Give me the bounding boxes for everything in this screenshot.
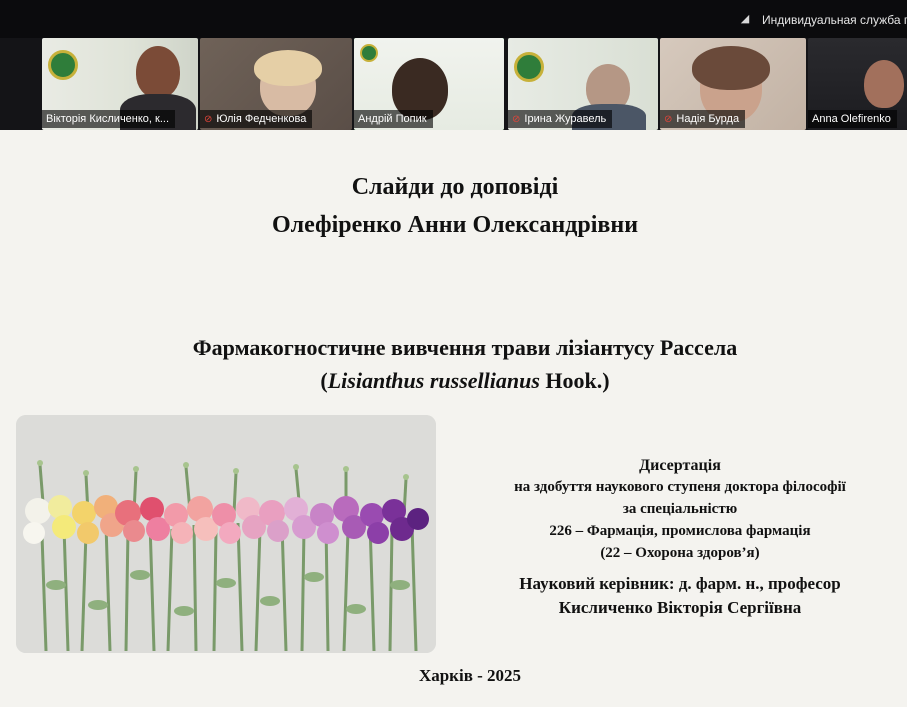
top-bar: ◢ Индивидуальная служба г <box>0 0 907 38</box>
participant-video <box>864 60 904 108</box>
slide-subtitle-line2: (Lisianthus russellianus Hook.) <box>320 368 610 393</box>
participant-name: Anna Olefirenko <box>812 113 891 125</box>
lisianthus-flowers-image <box>16 415 436 653</box>
slide-title-line1: Слайди до доповіді <box>351 174 559 200</box>
presentation-slide: Слайди до доповіді Олефіренко Анни Олекс… <box>0 130 907 707</box>
participants-strip: Вікторія Кисличенко, к... ⊘ Юлія Федченко… <box>0 38 907 130</box>
city-year: Харків - 2025 <box>418 666 522 685</box>
slide-subtitle-line1: Фармакогностичне вивчення трави лізіанту… <box>192 335 738 360</box>
mic-muted-icon: ⊘ <box>664 114 673 125</box>
slide-title-line2: Олефіренко Анни Олександрівни <box>271 212 639 238</box>
supervisor-name: Кисличенко Вікторія Сергіївна <box>558 598 802 617</box>
participant-name: Юлія Федченкова <box>216 113 307 125</box>
dissertation-degree: на здобуття наукового ступеня доктора фі… <box>514 479 846 495</box>
participant-name: Андрій Попик <box>358 113 427 125</box>
mic-muted-icon: ⊘ <box>204 114 213 125</box>
dissertation-specialty-label: за спеціальністю <box>622 501 738 517</box>
mic-muted-icon: ⊘ <box>512 114 521 125</box>
participant-name: Надія Бурда <box>676 113 740 125</box>
participant-tile[interactable]: Anna Olefirenko <box>808 38 907 130</box>
dissertation-field: (22 – Охорона здоров’я) <box>600 545 760 561</box>
participant-tile-active[interactable]: Андрій Попик <box>354 38 504 130</box>
dissertation-label: Дисертація <box>639 457 721 474</box>
participant-name: Вікторія Кисличенко, к... <box>46 113 170 125</box>
university-logo <box>48 50 78 80</box>
participant-video <box>136 46 180 98</box>
university-logo <box>514 52 544 82</box>
flowers-photo <box>16 415 436 653</box>
participant-tile[interactable]: ⊘ Надія Бурда <box>660 38 806 130</box>
signal-icon: ◢ <box>740 13 750 25</box>
participant-name: Ірина Журавель <box>524 113 607 125</box>
participant-tile[interactable]: ⊘ Ірина Журавель <box>508 38 658 130</box>
participant-tile[interactable]: Вікторія Кисличенко, к... <box>42 38 198 130</box>
participant-tile[interactable]: ⊘ Юлія Федченкова <box>200 38 352 130</box>
supervisor-title: Науковий керівник: д. фарм. н., професор <box>519 574 841 593</box>
university-logo <box>360 44 378 62</box>
dissertation-specialty: 226 – Фармація, промислова фармація <box>549 523 811 539</box>
service-name: Индивидуальная служба г <box>762 13 907 27</box>
